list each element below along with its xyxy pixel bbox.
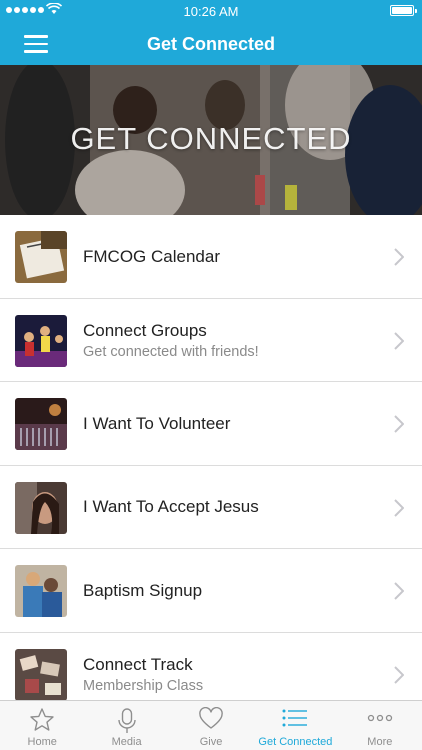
- list-item-volunteer[interactable]: I Want To Volunteer: [0, 382, 422, 466]
- tab-label: More: [367, 736, 393, 748]
- list-item-connect-groups[interactable]: Connect Groups Get connected with friend…: [0, 298, 422, 382]
- chevron-right-icon: [394, 248, 404, 266]
- tab-label: Home: [27, 736, 57, 748]
- battery-icon: [390, 5, 417, 16]
- connect-list: FMCOG Calendar Connect Groups Get connec…: [0, 215, 422, 716]
- tab-home[interactable]: Home: [0, 701, 84, 750]
- list-icon: [282, 709, 308, 727]
- tab-bar: Home Media Give Get Connected More: [0, 700, 422, 750]
- hero-title: GET CONNECTED: [70, 121, 352, 156]
- hero-banner: GET CONNECTED: [0, 65, 422, 215]
- page-title: Get Connected: [146, 34, 275, 54]
- tab-label: Give: [199, 736, 223, 748]
- heart-icon: [199, 707, 223, 729]
- list-item-title: Connect Groups: [83, 320, 207, 340]
- track-thumbnail: [15, 648, 67, 701]
- groups-thumbnail: [15, 314, 67, 367]
- baptism-thumbnail: [15, 565, 67, 617]
- list-item-fmcog-calendar[interactable]: FMCOG Calendar: [0, 215, 422, 299]
- list-item-title: FMCOG Calendar: [83, 246, 220, 266]
- more-icon: [367, 714, 392, 722]
- tab-label: Media: [111, 736, 142, 748]
- volunteer-thumbnail: [15, 398, 67, 450]
- accept-jesus-thumbnail: [15, 481, 67, 534]
- tab-get-connected[interactable]: Get Connected: [253, 701, 337, 750]
- list-item-title: I Want To Accept Jesus: [83, 497, 259, 516]
- list-item-subtitle: Membership Class: [83, 677, 204, 694]
- top-bar: 10:26 AM Get Connected: [0, 0, 422, 65]
- tab-more[interactable]: More: [338, 701, 422, 750]
- tab-label: Get Connected: [258, 736, 333, 748]
- chevron-right-icon: [394, 582, 404, 600]
- microphone-icon: [117, 708, 136, 733]
- chevron-right-icon: [394, 331, 404, 350]
- list-item-title: Baptism Signup: [83, 580, 203, 600]
- chevron-right-icon: [394, 665, 404, 684]
- tab-media[interactable]: Media: [84, 701, 168, 750]
- star-icon: [30, 708, 54, 731]
- list-item-subtitle: Get connected with friends!: [83, 343, 259, 360]
- list-item-title: Connect Track: [83, 654, 193, 674]
- list-item-baptism-signup[interactable]: Baptism Signup: [0, 549, 422, 633]
- list-item-title: I Want To Volunteer: [83, 413, 231, 433]
- tab-give[interactable]: Give: [169, 701, 253, 750]
- status-bar: 10:26 AM: [0, 0, 422, 22]
- calendar-thumbnail: [15, 231, 67, 283]
- list-item-accept-jesus[interactable]: I Want To Accept Jesus: [0, 465, 422, 549]
- chevron-right-icon: [394, 415, 404, 433]
- chevron-right-icon: [394, 498, 404, 517]
- status-time: 10:26 AM: [183, 4, 239, 19]
- navigation-bar: Get Connected: [0, 22, 422, 65]
